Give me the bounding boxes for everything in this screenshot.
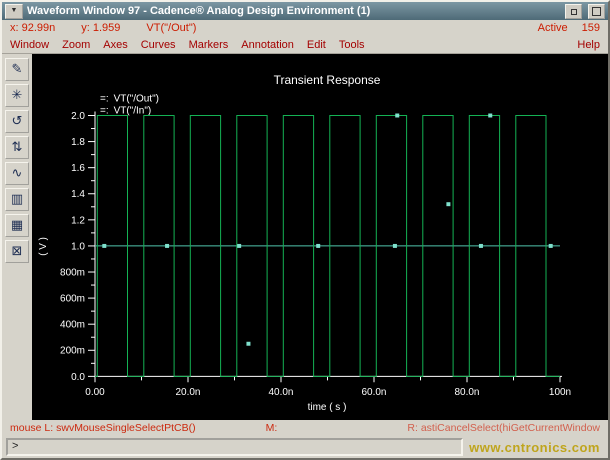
menu-edit[interactable]: Edit bbox=[307, 39, 326, 51]
probe-pen-button[interactable]: ✎ bbox=[5, 58, 29, 81]
mouse-left-binding: mouse L: swvMouseSingleSelectPtCB() bbox=[10, 422, 196, 434]
svg-text:0.0: 0.0 bbox=[71, 372, 85, 383]
menu-axes[interactable]: Axes bbox=[103, 39, 127, 51]
asterisk-icon: ✳ bbox=[11, 88, 23, 103]
asterisk-button[interactable]: ✳ bbox=[5, 84, 29, 107]
grid-icon: ▦ bbox=[10, 218, 24, 233]
menu-annotation[interactable]: Annotation bbox=[241, 39, 294, 51]
plot-title: Transient Response bbox=[274, 73, 381, 87]
marker-group bbox=[102, 113, 553, 346]
active-label: Active bbox=[537, 22, 568, 34]
window-title: Waveform Window 97 - Cadence® Analog Des… bbox=[27, 5, 371, 17]
svg-text:1.2: 1.2 bbox=[71, 215, 85, 226]
menu-zoom[interactable]: Zoom bbox=[62, 39, 90, 51]
svg-text:20.0n: 20.0n bbox=[176, 387, 201, 398]
close-box-icon: ⊠ bbox=[11, 244, 23, 259]
x-axis-ticks: 0.00 20.0n 40.0n 60.0n 80.0n 100n bbox=[85, 376, 571, 398]
y-axis-label: ( V ) bbox=[38, 237, 49, 256]
svg-text:1.0: 1.0 bbox=[71, 241, 85, 252]
redraw-button[interactable]: ↺ bbox=[5, 110, 29, 133]
plot-area[interactable]: Transient Response =: VT("/Out") =: VT("/I… bbox=[32, 54, 608, 420]
maximize-button[interactable] bbox=[588, 3, 605, 19]
waveform-window: ▼ Waveform Window 97 - Cadence® Analog D… bbox=[0, 0, 610, 460]
menubar: Window Zoom Axes Curves Markers Annotati… bbox=[2, 36, 608, 54]
menu-curves[interactable]: Curves bbox=[141, 39, 176, 51]
window-menu-button[interactable]: ▼ bbox=[5, 3, 23, 19]
svg-text:600m: 600m bbox=[60, 294, 85, 305]
triangle-down-icon: ▼ bbox=[10, 6, 18, 14]
maximize-icon bbox=[592, 6, 601, 16]
selected-trace-readout: VT("/Out") bbox=[146, 22, 197, 34]
active-count: 159 bbox=[581, 22, 600, 34]
titlebar[interactable]: ▼ Waveform Window 97 - Cadence® Analog D… bbox=[2, 2, 608, 20]
svg-text:2.0: 2.0 bbox=[71, 111, 85, 122]
svg-text:800m: 800m bbox=[60, 268, 85, 279]
menu-markers[interactable]: Markers bbox=[189, 39, 229, 51]
command-input[interactable]: > bbox=[6, 438, 464, 456]
main-area: ✎ ✳ ↺ ⇅ ∿ ▥ ▦ ⊠ Transient Response =: VT(… bbox=[2, 54, 608, 420]
legend-item-in[interactable]: =: VT("/In") bbox=[100, 106, 151, 117]
minimize-button[interactable] bbox=[565, 3, 582, 19]
left-toolbar: ✎ ✳ ↺ ⇅ ∿ ▥ ▦ ⊠ bbox=[2, 54, 32, 420]
y-axis-ticks: 2.0 1.8 1.6 1.4 1.2 1.0 800m 600m 400m 200m 0.0 bbox=[60, 111, 95, 383]
svg-text:100n: 100n bbox=[549, 387, 571, 398]
svg-text:0.00: 0.00 bbox=[85, 387, 105, 398]
legend-item-out[interactable]: =: VT("/Out") bbox=[100, 94, 159, 105]
cursor-x-readout: x: 92.99n bbox=[10, 22, 56, 34]
strip-wave-button[interactable]: ∿ bbox=[5, 162, 29, 185]
svg-text:1.8: 1.8 bbox=[71, 137, 85, 148]
prompt-symbol: > bbox=[12, 440, 19, 452]
zoom-fit-icon: ⇅ bbox=[11, 140, 23, 155]
grid-button[interactable]: ▦ bbox=[5, 214, 29, 237]
minimize-icon bbox=[571, 8, 577, 15]
command-prompt-bar: > www.cntronics.com bbox=[2, 436, 608, 458]
watermark: www.cntronics.com bbox=[469, 439, 600, 455]
svg-text:80.0n: 80.0n bbox=[455, 387, 480, 398]
mouse-right-binding: R: astiCancelSelect(hiGetCurrentWindow bbox=[407, 422, 600, 434]
menu-tools[interactable]: Tools bbox=[339, 39, 365, 51]
waveform-canvas[interactable]: Transient Response =: VT("/Out") =: VT("/I… bbox=[32, 54, 608, 420]
x-axis-label: time ( s ) bbox=[308, 402, 347, 413]
mouse-middle-binding: M: bbox=[265, 422, 278, 434]
cursor-y-readout: y: 1.959 bbox=[81, 22, 121, 34]
svg-text:60.0n: 60.0n bbox=[362, 387, 387, 398]
svg-text:200m: 200m bbox=[60, 346, 85, 357]
svg-text:1.6: 1.6 bbox=[71, 163, 85, 174]
svg-text:400m: 400m bbox=[60, 320, 85, 331]
svg-text:1.4: 1.4 bbox=[71, 189, 85, 200]
zoom-fit-button[interactable]: ⇅ bbox=[5, 136, 29, 159]
strip-wave-icon: ∿ bbox=[11, 166, 23, 181]
menu-help[interactable]: Help bbox=[577, 39, 600, 51]
legend: =: VT("/Out") =: VT("/In") bbox=[100, 94, 159, 117]
coordinate-readout-row: x: 92.99n y: 1.959 VT("/Out") Active 159 bbox=[2, 20, 608, 36]
active-status: Active 159 bbox=[538, 22, 600, 34]
mouse-binding-status: mouse L: swvMouseSingleSelectPtCB() M: R… bbox=[2, 420, 608, 436]
redraw-icon: ↺ bbox=[11, 114, 23, 129]
svg-text:40.0n: 40.0n bbox=[269, 387, 294, 398]
probe-pen-icon: ✎ bbox=[11, 62, 23, 77]
subwindow-button[interactable]: ▥ bbox=[5, 188, 29, 211]
menu-window[interactable]: Window bbox=[10, 39, 49, 51]
close-box-button[interactable]: ⊠ bbox=[5, 240, 29, 263]
subwindow-icon: ▥ bbox=[10, 192, 24, 207]
